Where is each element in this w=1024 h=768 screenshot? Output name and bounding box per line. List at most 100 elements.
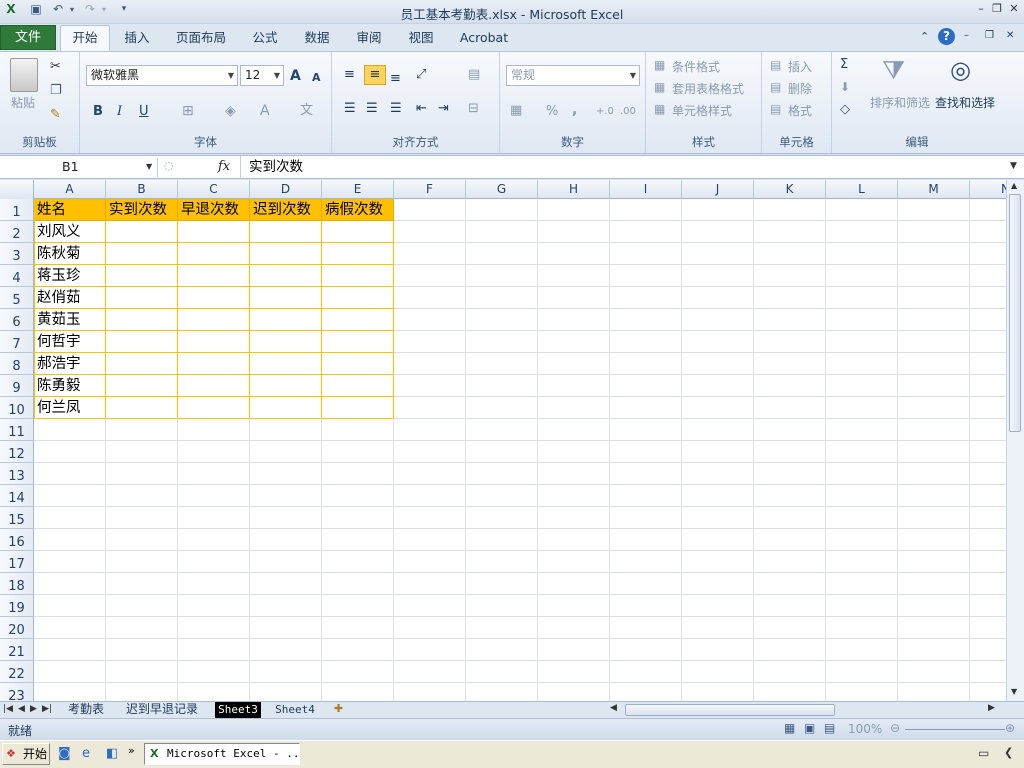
data-cell[interactable] bbox=[178, 243, 250, 265]
name-box[interactable]: B1 bbox=[0, 158, 158, 177]
vertical-scrollbar[interactable]: ▲ ▼ bbox=[1006, 180, 1024, 701]
name-cell[interactable]: 陈秋菊 bbox=[34, 243, 106, 265]
taskbar-more-icon[interactable]: » bbox=[128, 745, 135, 756]
next-sheet-icon[interactable]: ▶ bbox=[30, 705, 37, 714]
column-header-l[interactable]: L bbox=[826, 180, 898, 199]
percent-button[interactable]: % bbox=[546, 104, 558, 119]
customize-toolbar-icon[interactable]: ▾ bbox=[116, 5, 132, 21]
row-header-11[interactable]: 11 bbox=[0, 419, 34, 441]
comma-button[interactable]: , bbox=[572, 102, 577, 118]
zoom-out-icon[interactable]: ⊖ bbox=[890, 722, 900, 734]
delete-cells-button[interactable]: 删除 bbox=[788, 80, 812, 97]
paste-button[interactable]: 粘贴 bbox=[11, 94, 35, 111]
tab-home[interactable]: 开始 bbox=[60, 25, 110, 52]
tab-page-layout[interactable]: 页面布局 bbox=[174, 29, 228, 51]
formula-input[interactable]: 实到次数 bbox=[240, 156, 1006, 178]
row-header-17[interactable]: 17 bbox=[0, 551, 34, 573]
data-cell[interactable] bbox=[106, 287, 178, 309]
align-center-icon[interactable]: ☰ bbox=[366, 102, 378, 115]
column-header-a[interactable]: A bbox=[34, 180, 106, 199]
zoom-level[interactable]: 100% bbox=[848, 722, 882, 736]
name-cell[interactable]: 郝浩宇 bbox=[34, 353, 106, 375]
binoculars-icon[interactable]: ◎ bbox=[950, 58, 971, 82]
decrease-indent-icon[interactable]: ⇤ bbox=[416, 102, 427, 115]
data-cell[interactable] bbox=[106, 221, 178, 243]
row-header-5[interactable]: 5 bbox=[0, 287, 34, 309]
data-cell[interactable] bbox=[250, 397, 322, 419]
grow-font-button[interactable]: A bbox=[290, 68, 301, 84]
cell-styles-icon[interactable]: ▦ bbox=[654, 103, 665, 115]
merge-center-icon[interactable]: ⊟ bbox=[468, 102, 479, 115]
column-header-i[interactable]: I bbox=[610, 180, 682, 199]
tab-acrobat[interactable]: Acrobat bbox=[458, 29, 510, 51]
data-cell[interactable] bbox=[250, 331, 322, 353]
data-cell[interactable] bbox=[106, 309, 178, 331]
sheet-tab-late-records[interactable]: 迟到早退记录 bbox=[116, 702, 208, 718]
table-format-icon[interactable]: ▦ bbox=[654, 81, 665, 93]
column-header-f[interactable]: F bbox=[394, 180, 466, 199]
sheet-tab-sheet4[interactable]: Sheet4 bbox=[270, 702, 320, 718]
increase-decimal-button[interactable]: +.0 bbox=[596, 106, 614, 117]
paste-icon[interactable] bbox=[10, 58, 38, 92]
row-header-19[interactable]: 19 bbox=[0, 595, 34, 617]
prev-sheet-icon[interactable]: ◀ bbox=[18, 705, 25, 714]
bold-button[interactable]: B bbox=[93, 104, 103, 119]
media-icon[interactable]: ◧ bbox=[106, 747, 118, 760]
data-cell[interactable] bbox=[178, 375, 250, 397]
zoom-slider[interactable] bbox=[905, 729, 1005, 730]
name-cell[interactable]: 陈勇毅 bbox=[34, 375, 106, 397]
column-header-m[interactable]: M bbox=[898, 180, 970, 199]
sheet-tab-attendance[interactable]: 考勤表 bbox=[60, 702, 112, 718]
data-cell[interactable] bbox=[250, 287, 322, 309]
zoom-in-icon[interactable]: ⊕ bbox=[1005, 722, 1015, 734]
keyboard-icon[interactable]: ▭ bbox=[978, 747, 989, 759]
font-size-select[interactable]: 12 ▼ bbox=[240, 65, 284, 86]
header-cell[interactable]: 早退次数 bbox=[178, 199, 250, 221]
number-format-select[interactable]: 常规 ▼ bbox=[506, 65, 640, 86]
data-cell[interactable] bbox=[178, 265, 250, 287]
tab-insert[interactable]: 插入 bbox=[122, 29, 152, 51]
data-cell[interactable] bbox=[250, 265, 322, 287]
sort-filter-button[interactable]: 排序和筛选 bbox=[870, 94, 930, 111]
data-cell[interactable] bbox=[322, 353, 394, 375]
align-top-icon[interactable]: ≡ bbox=[344, 68, 355, 81]
row-header-23[interactable]: 23 bbox=[0, 683, 34, 701]
taskbar-excel-button[interactable]: Microsoft Excel - ... bbox=[144, 743, 300, 765]
data-cell[interactable] bbox=[322, 287, 394, 309]
row-header-10[interactable]: 10 bbox=[0, 397, 34, 419]
increase-indent-icon[interactable]: ⇥ bbox=[438, 102, 449, 115]
restore-icon[interactable]: ❐ bbox=[988, 3, 1006, 19]
ribbon-collapse-icon[interactable]: ⌃ bbox=[920, 31, 929, 42]
align-left-icon[interactable]: ☰ bbox=[344, 102, 356, 115]
row-header-6[interactable]: 6 bbox=[0, 309, 34, 331]
data-cell[interactable] bbox=[178, 397, 250, 419]
data-cell[interactable] bbox=[106, 243, 178, 265]
row-header-21[interactable]: 21 bbox=[0, 639, 34, 661]
insert-function-button[interactable]: fx bbox=[218, 159, 230, 174]
format-painter-icon[interactable]: ✎ bbox=[50, 108, 61, 121]
delete-cells-icon[interactable]: ▤ bbox=[770, 81, 781, 93]
row-header-15[interactable]: 15 bbox=[0, 507, 34, 529]
column-header-b[interactable]: B bbox=[106, 180, 178, 199]
data-cell[interactable] bbox=[106, 353, 178, 375]
row-header-9[interactable]: 9 bbox=[0, 375, 34, 397]
spreadsheet-grid[interactable]: ABCDEFGHIJKLMN 1 2 3 4 5 6 7 8 9 10 11 12 13 14 15 16 17… bbox=[0, 180, 1006, 701]
sheet-tab-sheet3[interactable]: Sheet3 bbox=[215, 702, 261, 718]
align-right-icon[interactable]: ☰ bbox=[390, 102, 402, 115]
row-header-4[interactable]: 4 bbox=[0, 265, 34, 287]
normal-view-icon[interactable]: ▦ bbox=[784, 722, 795, 734]
row-header-14[interactable]: 14 bbox=[0, 485, 34, 507]
format-as-table-button[interactable]: 套用表格格式 bbox=[672, 80, 744, 97]
data-cell[interactable] bbox=[322, 397, 394, 419]
data-cell[interactable] bbox=[322, 265, 394, 287]
column-header-d[interactable]: D bbox=[250, 180, 322, 199]
last-sheet-icon[interactable]: ▶| bbox=[42, 705, 52, 714]
column-header-k[interactable]: K bbox=[754, 180, 826, 199]
insert-cells-icon[interactable]: ▤ bbox=[770, 59, 781, 71]
decrease-decimal-button[interactable]: .00 bbox=[620, 106, 636, 117]
data-cell[interactable] bbox=[250, 375, 322, 397]
scroll-right-icon[interactable]: ▶ bbox=[988, 704, 995, 713]
wrap-text-icon[interactable]: ▤ bbox=[468, 68, 480, 81]
data-cell[interactable] bbox=[322, 243, 394, 265]
scroll-down-icon[interactable]: ▼ bbox=[1011, 688, 1017, 696]
